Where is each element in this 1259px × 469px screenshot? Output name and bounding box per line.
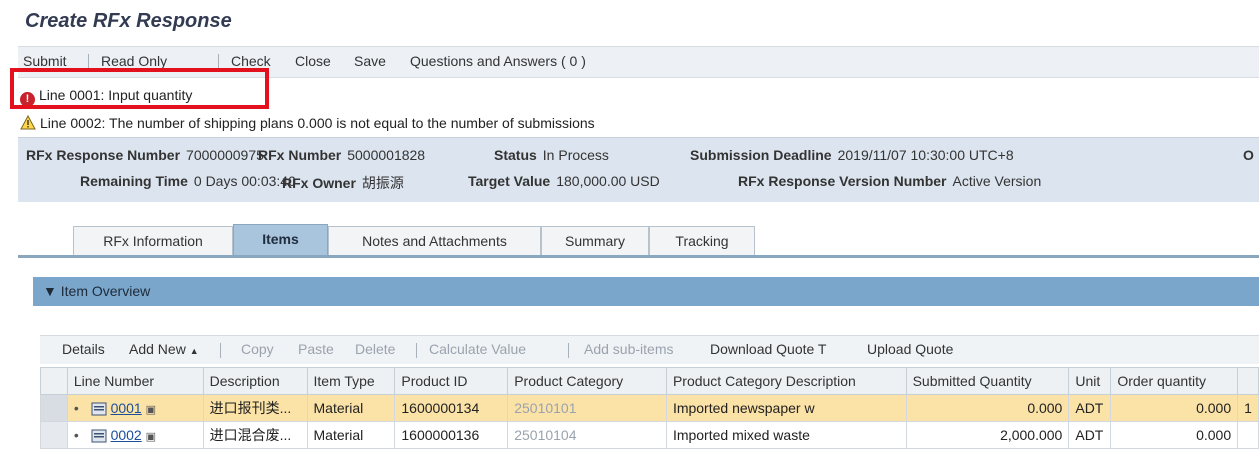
detail-icon[interactable]: ▣ (146, 404, 156, 416)
product-id-cell: 1600000136 (394, 421, 509, 449)
table-row[interactable]: • 0001 ▣ 进口报刊类... Material 1600000134 25… (40, 394, 1259, 422)
bullet-icon: • (73, 400, 79, 416)
row-selector-header[interactable] (40, 367, 68, 395)
upload-quote-button[interactable]: Upload Quote (867, 341, 953, 357)
item-overview-label: Item Overview (60, 283, 151, 299)
response-version-field: RFx Response Version Number Active Versio… (738, 173, 1042, 189)
target-value-field: Target Value 180,000.00 USD (468, 173, 660, 189)
cutoff-label: O (1243, 147, 1254, 163)
warning-message: Line 0002: The number of shipping plans … (20, 115, 595, 131)
line-number-link[interactable]: 0001 (111, 400, 142, 416)
description-cell: 进口报刊类... (202, 394, 308, 422)
tab-summary[interactable]: Summary (541, 226, 649, 255)
row-selector[interactable] (40, 421, 68, 449)
product-category-description-cell: Imported newspaper w (665, 394, 907, 422)
item-overview-toggle[interactable]: ▼ Item Overview (43, 283, 150, 299)
line-number-cell: • 0001 ▣ (66, 394, 204, 422)
unit-cell: ADT (1068, 394, 1112, 422)
rfx-owner-field: RFx Owner 胡振源 (282, 175, 404, 191)
download-quote-button[interactable]: Download Quote T (710, 341, 826, 357)
item-document-icon (91, 429, 107, 443)
item-type-cell: Material (306, 394, 396, 422)
warning-icon (20, 115, 36, 130)
col-line-number[interactable]: Line Number (66, 367, 204, 395)
rfx-header-info: RFx Response Number 7000000975 RFx Number… (18, 137, 1259, 202)
product-category-cell: 25010101 (507, 394, 667, 422)
check-button[interactable]: Check (231, 53, 271, 69)
tab-items[interactable]: Items (233, 224, 328, 255)
table-row[interactable]: • 0002 ▣ 进口混合废... Material 1600000136 25… (40, 421, 1259, 449)
overflow-cell: 1 (1237, 394, 1259, 422)
questions-answers-button[interactable]: Questions and Answers ( 0 ) (410, 53, 586, 69)
copy-button[interactable]: Copy (241, 341, 274, 357)
item-document-icon (91, 402, 107, 416)
items-table: Line Number Description Item Type Produc… (40, 367, 1259, 449)
submitted-quantity-input[interactable]: 2,000.000 (905, 421, 1070, 449)
submitted-quantity-input[interactable]: 0.000 (905, 394, 1070, 422)
tab-rfx-information[interactable]: RFx Information (73, 226, 233, 255)
tab-notes-attachments[interactable]: Notes and Attachments (328, 226, 541, 255)
submit-button[interactable]: Submit (23, 53, 67, 69)
page-title: Create RFx Response (25, 10, 232, 32)
submission-deadline-field: Submission Deadline 2019/11/07 10:30:00 U… (690, 147, 1014, 163)
col-submitted-quantity[interactable]: Submitted Quantity (905, 367, 1070, 395)
response-number-field: RFx Response Number 7000000975 (26, 147, 264, 163)
triangle-up-icon: ▲ (189, 346, 199, 356)
remaining-time-field: Remaining Time 0 Days 00:03:40 (80, 173, 296, 189)
delete-button[interactable]: Delete (355, 341, 395, 357)
item-type-cell: Material (306, 421, 396, 449)
paste-button[interactable]: Paste (298, 341, 334, 357)
table-toolbar: Details Add New ▲ Copy Paste Delete Calc… (40, 335, 1259, 364)
col-order-quantity[interactable]: Order quantity (1110, 367, 1239, 395)
triangle-down-icon: ▼ (43, 283, 57, 299)
read-only-button[interactable]: Read Only (101, 53, 167, 69)
details-button[interactable]: Details (62, 341, 105, 357)
order-quantity-cell: 0.000 (1110, 394, 1239, 422)
calculate-value-button[interactable]: Calculate Value (429, 341, 526, 357)
detail-icon[interactable]: ▣ (146, 431, 156, 443)
product-id-cell: 1600000134 (394, 394, 509, 422)
toolbar-separator (568, 343, 569, 358)
tab-underline (18, 255, 1259, 258)
col-product-category[interactable]: Product Category (507, 367, 667, 395)
row-selector[interactable] (40, 394, 68, 422)
overflow-cell (1237, 421, 1259, 449)
table-header-row: Line Number Description Item Type Produc… (40, 367, 1259, 395)
col-product-category-description[interactable]: Product Category Description (665, 367, 907, 395)
order-quantity-cell: 0.000 (1110, 421, 1239, 449)
tab-strip: RFx Information Items Notes and Attachme… (18, 220, 1259, 255)
product-category-cell: 25010104 (507, 421, 667, 449)
col-product-id[interactable]: Product ID (394, 367, 509, 395)
col-unit[interactable]: Unit (1068, 367, 1112, 395)
status-field: Status In Process (494, 147, 609, 163)
add-sub-items-button[interactable]: Add sub-items (584, 341, 673, 357)
toolbar-separator (220, 343, 221, 358)
line-number-cell: • 0002 ▣ (66, 421, 204, 449)
rfx-number-field: RFx Number 5000001828 (258, 147, 426, 163)
col-description[interactable]: Description (202, 367, 308, 395)
close-button[interactable]: Close (295, 53, 331, 69)
tab-tracking[interactable]: Tracking (649, 226, 755, 255)
item-overview-header[interactable]: ▼ Item Overview (33, 277, 1259, 306)
highlight-annotation-box (10, 68, 269, 109)
add-new-button[interactable]: Add New ▲ (129, 341, 199, 357)
bullet-icon: • (73, 427, 79, 443)
unit-cell: ADT (1068, 421, 1112, 449)
description-cell: 进口混合废... (202, 421, 308, 449)
title-bar: Create RFx Response (0, 0, 1259, 38)
save-button[interactable]: Save (354, 53, 386, 69)
col-item-type[interactable]: Item Type (306, 367, 396, 395)
toolbar-separator (416, 343, 417, 358)
col-overflow (1237, 367, 1259, 395)
warning-message-text: Line 0002: The number of shipping plans … (40, 115, 595, 131)
product-category-description-cell: Imported mixed waste (665, 421, 907, 449)
line-number-link[interactable]: 0002 (111, 427, 142, 443)
